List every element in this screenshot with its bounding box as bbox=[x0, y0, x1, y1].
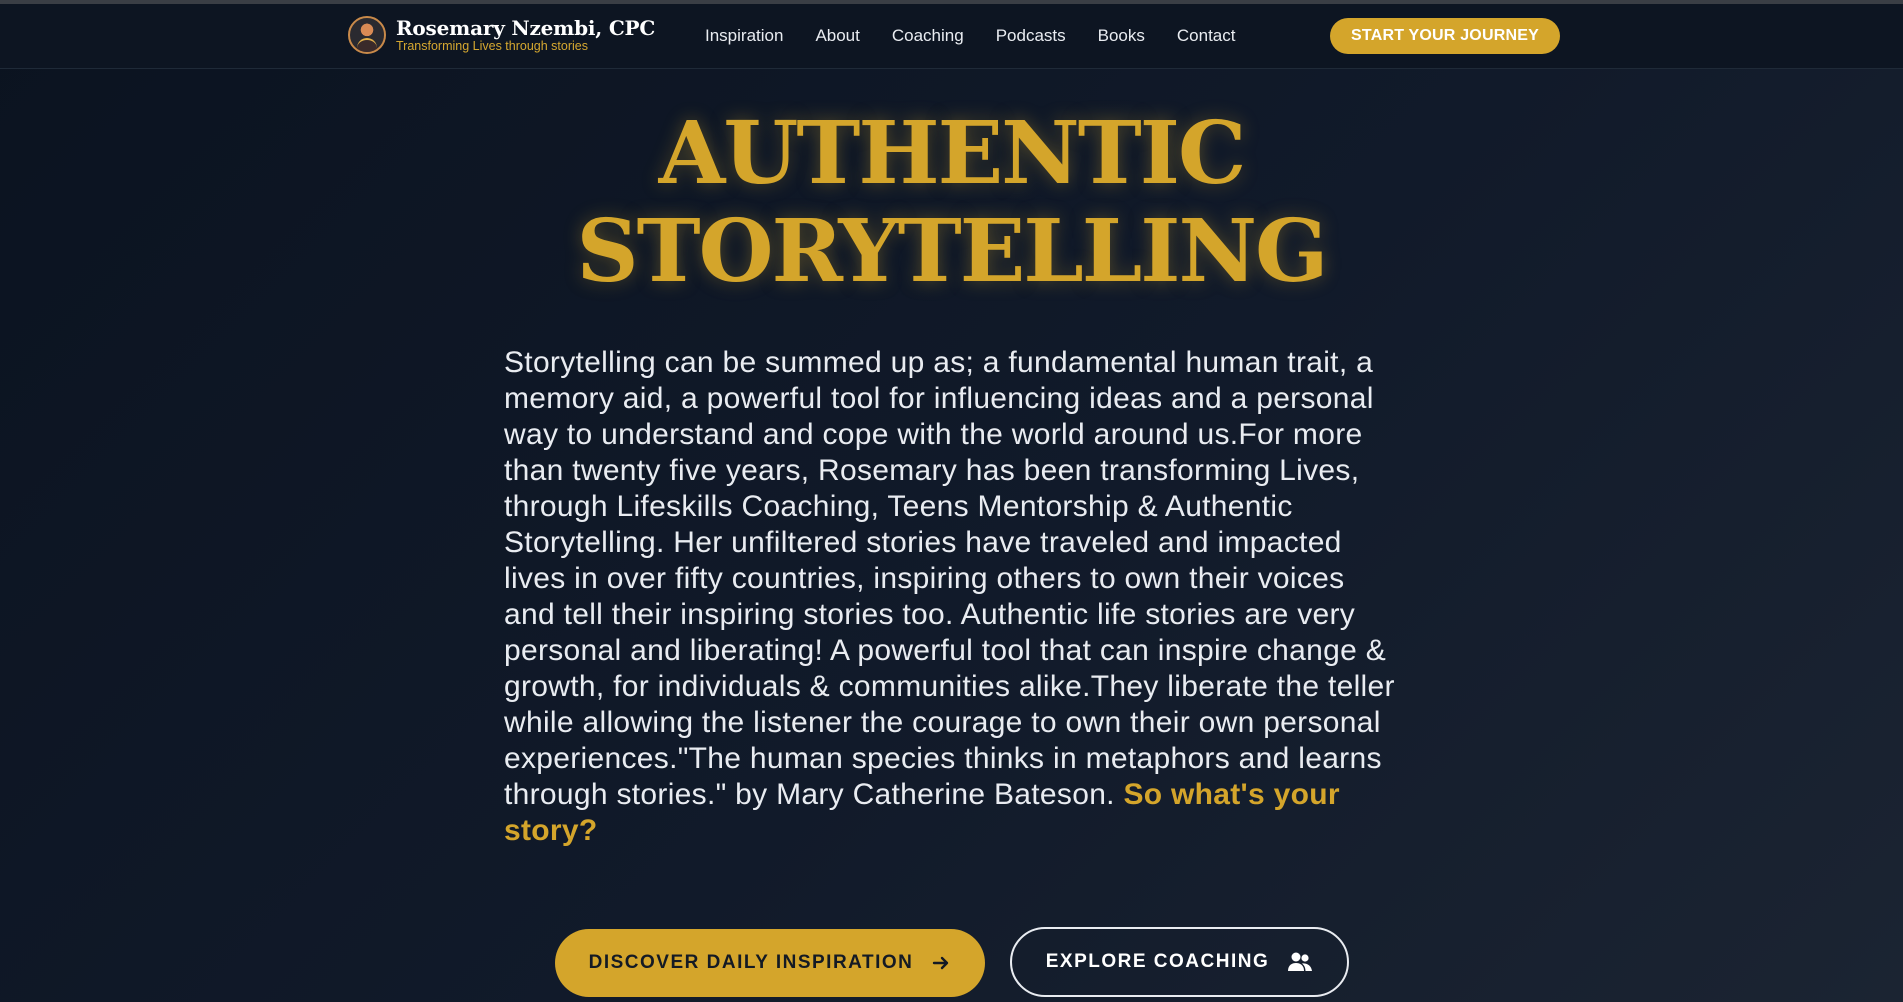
discover-inspiration-button[interactable]: DISCOVER DAILY INSPIRATION bbox=[555, 929, 985, 997]
hero-body: Storytelling can be summed up as; a fund… bbox=[504, 346, 1395, 811]
explore-coaching-label: EXPLORE COACHING bbox=[1045, 951, 1270, 972]
hero-description: Storytelling can be summed up as; a fund… bbox=[504, 345, 1399, 849]
brand-name: Rosemary Nzembi, CPC bbox=[396, 16, 656, 40]
nav-item-contact[interactable]: Contact bbox=[1177, 26, 1236, 46]
nav-item-books[interactable]: Books bbox=[1098, 26, 1145, 46]
brand-tagline: Transforming Lives through stories bbox=[396, 39, 588, 53]
explore-coaching-button[interactable]: EXPLORE COACHING bbox=[1010, 927, 1349, 997]
hero-title-line2: STORYTELLING bbox=[576, 201, 1329, 302]
nav-item-inspiration[interactable]: Inspiration bbox=[705, 26, 783, 46]
brand-logo[interactable]: Rosemary Nzembi, CPC Transforming Lives … bbox=[348, 16, 655, 54]
discover-inspiration-label: DISCOVER DAILY INSPIRATION bbox=[588, 952, 914, 973]
main-nav: Inspiration About Coaching Podcasts Book… bbox=[705, 26, 1267, 46]
hero-title-line1: AUTHENTIC bbox=[658, 103, 1247, 204]
arrow-right-icon bbox=[931, 953, 951, 973]
brand-text: Rosemary Nzembi, CPC Transforming Lives … bbox=[396, 17, 655, 53]
nav-item-podcasts[interactable]: Podcasts bbox=[996, 26, 1066, 46]
avatar bbox=[348, 16, 386, 54]
users-icon bbox=[1287, 951, 1313, 973]
hero-title: AUTHENTIC STORYTELLING bbox=[0, 105, 1903, 301]
start-journey-button[interactable]: START YOUR JOURNEY bbox=[1330, 18, 1560, 54]
nav-item-about[interactable]: About bbox=[815, 26, 859, 46]
navbar: Rosemary Nzembi, CPC Transforming Lives … bbox=[0, 4, 1903, 69]
nav-item-coaching[interactable]: Coaching bbox=[892, 26, 964, 46]
